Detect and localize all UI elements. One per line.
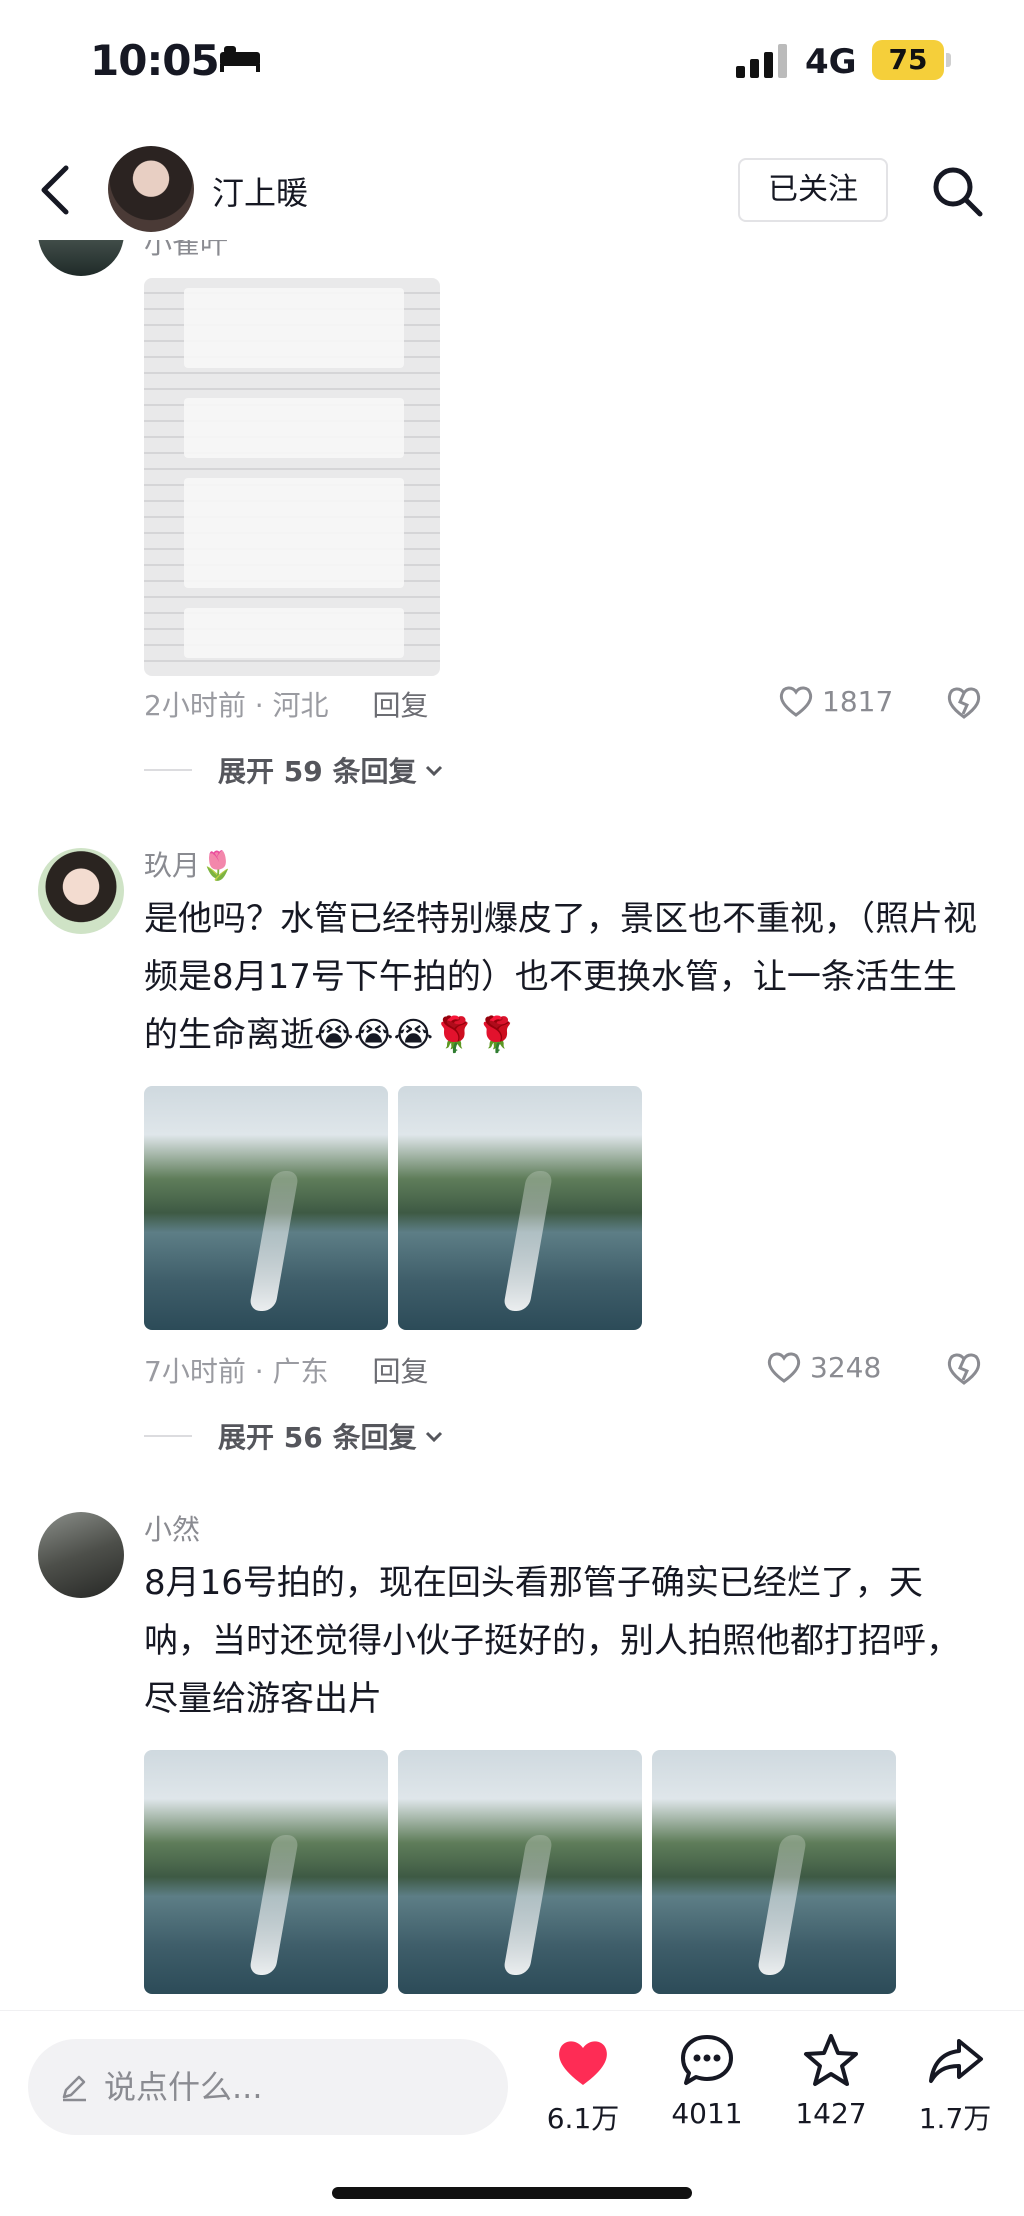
comment-text: 8月16号拍的，现在回头看那管子确实已经烂了，天呐，当时还觉得小伙子挺好的，别人… <box>144 1563 960 1719</box>
share-arrow-icon <box>929 2039 983 2083</box>
chat-bubble <box>184 398 404 458</box>
comment-image-photo[interactable] <box>398 1750 642 1994</box>
commenter-nickname[interactable]: 小然 <box>144 1508 200 1548</box>
share-count: 1.7万 <box>918 2102 992 2135</box>
reply-button[interactable]: 回复 <box>373 689 429 722</box>
comment-input-box[interactable] <box>28 2039 508 2135</box>
comment-bubble-icon <box>681 2035 733 2085</box>
sleep-mode-icon <box>220 46 260 72</box>
commenter-avatar[interactable] <box>38 240 124 276</box>
favorite-action-button[interactable]: 1427 <box>776 2031 886 2130</box>
like-action-button[interactable]: 6.1万 <box>528 2031 638 2137</box>
comment-like-button[interactable]: 1817 <box>778 684 893 718</box>
heart-outline-icon <box>767 1352 801 1383</box>
status-time: 10:05 <box>90 36 220 85</box>
expand-replies-label: 展开 56 条回复 <box>218 1421 417 1454</box>
search-icon[interactable] <box>930 164 984 218</box>
comment-count: 4011 <box>671 2097 743 2130</box>
comment-image-chat-screenshot[interactable] <box>144 278 440 676</box>
broken-heart-icon[interactable] <box>944 1348 984 1388</box>
pen-icon <box>62 2075 86 2102</box>
commenter-nickname[interactable]: 小雀叶 <box>144 240 228 262</box>
comment-like-count: 1817 <box>822 684 894 718</box>
reply-button[interactable]: 回复 <box>373 1355 429 1388</box>
comment-image-photo[interactable] <box>398 1086 642 1330</box>
heart-filled-icon <box>559 2041 607 2085</box>
battery-level: 75 <box>872 40 944 80</box>
chevron-down-icon <box>426 1431 443 1443</box>
comment-meta: 7小时前 · 广东 回复 <box>144 1350 429 1390</box>
star-icon <box>804 2034 858 2086</box>
commenter-avatar[interactable] <box>38 848 124 934</box>
comment-input[interactable] <box>104 2068 484 2106</box>
chevron-down-icon <box>426 765 443 777</box>
chat-bubble <box>184 478 404 588</box>
expand-replies-label: 展开 59 条回复 <box>218 755 417 788</box>
comment-time-location: 2小时前 · 河北 <box>144 689 329 722</box>
share-action-button[interactable]: 1.7万 <box>900 2031 1010 2137</box>
comment-like-button[interactable]: 3248 <box>766 1350 881 1384</box>
comment-time-location: 7小时前 · 广东 <box>144 1355 329 1388</box>
network-type: 4G <box>805 42 857 82</box>
comment-image-photo[interactable] <box>652 1750 896 1994</box>
comment-image-photo[interactable] <box>144 1750 388 1994</box>
favorite-count: 1427 <box>795 2097 867 2130</box>
commenter-nickname[interactable]: 玖月🌷 <box>144 844 235 884</box>
chat-bubble <box>184 608 404 658</box>
follow-button[interactable]: 已关注 <box>738 158 888 222</box>
comment-action-button[interactable]: 4011 <box>652 2031 762 2130</box>
expand-divider <box>144 1435 192 1437</box>
battery-tip <box>946 53 951 67</box>
comment-text: 是他吗？水管已经特别爆皮了，景区也不重视，（照片视频是8月17号下午拍的）也不更… <box>144 899 977 1055</box>
author-avatar[interactable] <box>108 146 194 232</box>
home-indicator[interactable] <box>332 2187 692 2199</box>
expand-divider <box>144 769 192 771</box>
expand-replies-button[interactable]: 展开 56 条回复 <box>144 1416 446 1456</box>
commenter-avatar[interactable] <box>38 1512 124 1598</box>
author-username[interactable]: 汀上暖 <box>212 168 308 214</box>
back-arrow-icon[interactable] <box>36 162 76 218</box>
comment-list[interactable]: 小雀叶 2小时前 · 河北 回复 1817 展开 59 条回复 玖月🌷 是他吗？水… <box>0 240 1024 2010</box>
broken-heart-icon[interactable] <box>944 682 984 722</box>
comment-meta: 2小时前 · 河北 回复 <box>144 684 429 724</box>
chat-bubble <box>184 288 404 368</box>
comment-image-photo[interactable] <box>144 1086 388 1330</box>
like-count: 6.1万 <box>546 2102 620 2135</box>
status-bar: 10:05 4G 75 <box>0 0 1024 120</box>
heart-outline-icon <box>779 686 813 717</box>
comment-like-count: 3248 <box>810 1350 882 1384</box>
expand-replies-button[interactable]: 展开 59 条回复 <box>144 750 446 790</box>
bottom-action-bar: 6.1万 4011 1427 1.7万 <box>0 2010 1024 2216</box>
page-header: 汀上暖 已关注 <box>0 140 1024 240</box>
cellular-signal-icon <box>736 44 787 78</box>
